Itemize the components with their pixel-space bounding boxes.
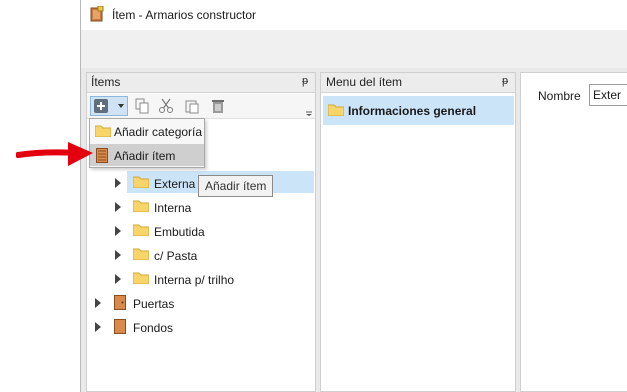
toolbar-overflow-icon[interactable] [305, 100, 313, 116]
menu-item-label: Añadir categoría [114, 125, 203, 139]
paste-icon[interactable] [184, 98, 200, 114]
folder-icon [132, 272, 150, 285]
expand-arrow-icon[interactable] [95, 298, 101, 308]
item-menu-panel-title: Menu del ítem [326, 75, 403, 89]
tree-item-label: Embutida [154, 225, 205, 239]
details-panel [520, 72, 627, 392]
window-title: Ítem - Armarios constructor [112, 8, 257, 22]
ribbon-area [81, 30, 627, 68]
pin-icon[interactable]: ᵽ [302, 75, 308, 87]
folder-icon [132, 176, 150, 189]
name-field[interactable]: Exter [589, 84, 627, 106]
tree-root-label: Puertas [133, 297, 175, 311]
tooltip: Añadir ítem [198, 175, 274, 197]
copy-icon[interactable] [134, 98, 150, 114]
panel-back-icon [114, 319, 126, 334]
expand-arrow-icon[interactable] [115, 226, 121, 236]
tree-item-label: Interna [154, 201, 192, 215]
folder-icon [327, 104, 345, 117]
items-panel-title: Ítems [91, 75, 121, 89]
annotation-arrow-icon [15, 138, 96, 170]
chevron-down-icon [118, 104, 124, 108]
name-field-value: Exter [593, 88, 622, 102]
wardrobe-icon [96, 148, 108, 163]
tree-item-label: Externa [154, 177, 196, 191]
door-icon [114, 295, 126, 310]
pin-icon[interactable]: ᵽ [502, 75, 508, 87]
app-icon [90, 5, 104, 22]
add-icon [93, 98, 109, 114]
menu-item-label: Añadir ítem [114, 149, 176, 163]
menu-entry-label: Informaciones general [348, 104, 477, 118]
expand-arrow-icon[interactable] [115, 250, 121, 260]
folder-icon [132, 200, 150, 213]
tree-root-label: Fondos [133, 321, 174, 335]
expand-arrow-icon[interactable] [115, 202, 121, 212]
tree-item-label: c/ Pasta [154, 249, 198, 263]
name-field-label: Nombre [538, 89, 581, 103]
folder-icon [132, 224, 150, 237]
scissors-icon[interactable] [158, 98, 174, 114]
expand-arrow-icon[interactable] [115, 178, 121, 188]
expand-arrow-icon[interactable] [115, 274, 121, 284]
trash-icon[interactable] [210, 98, 226, 114]
expand-arrow-icon[interactable] [95, 322, 101, 332]
folder-icon [132, 248, 150, 261]
folder-icon [94, 125, 112, 138]
items-panel-header [87, 73, 315, 93]
tree-item-label: Interna p/ trilho [154, 273, 235, 287]
